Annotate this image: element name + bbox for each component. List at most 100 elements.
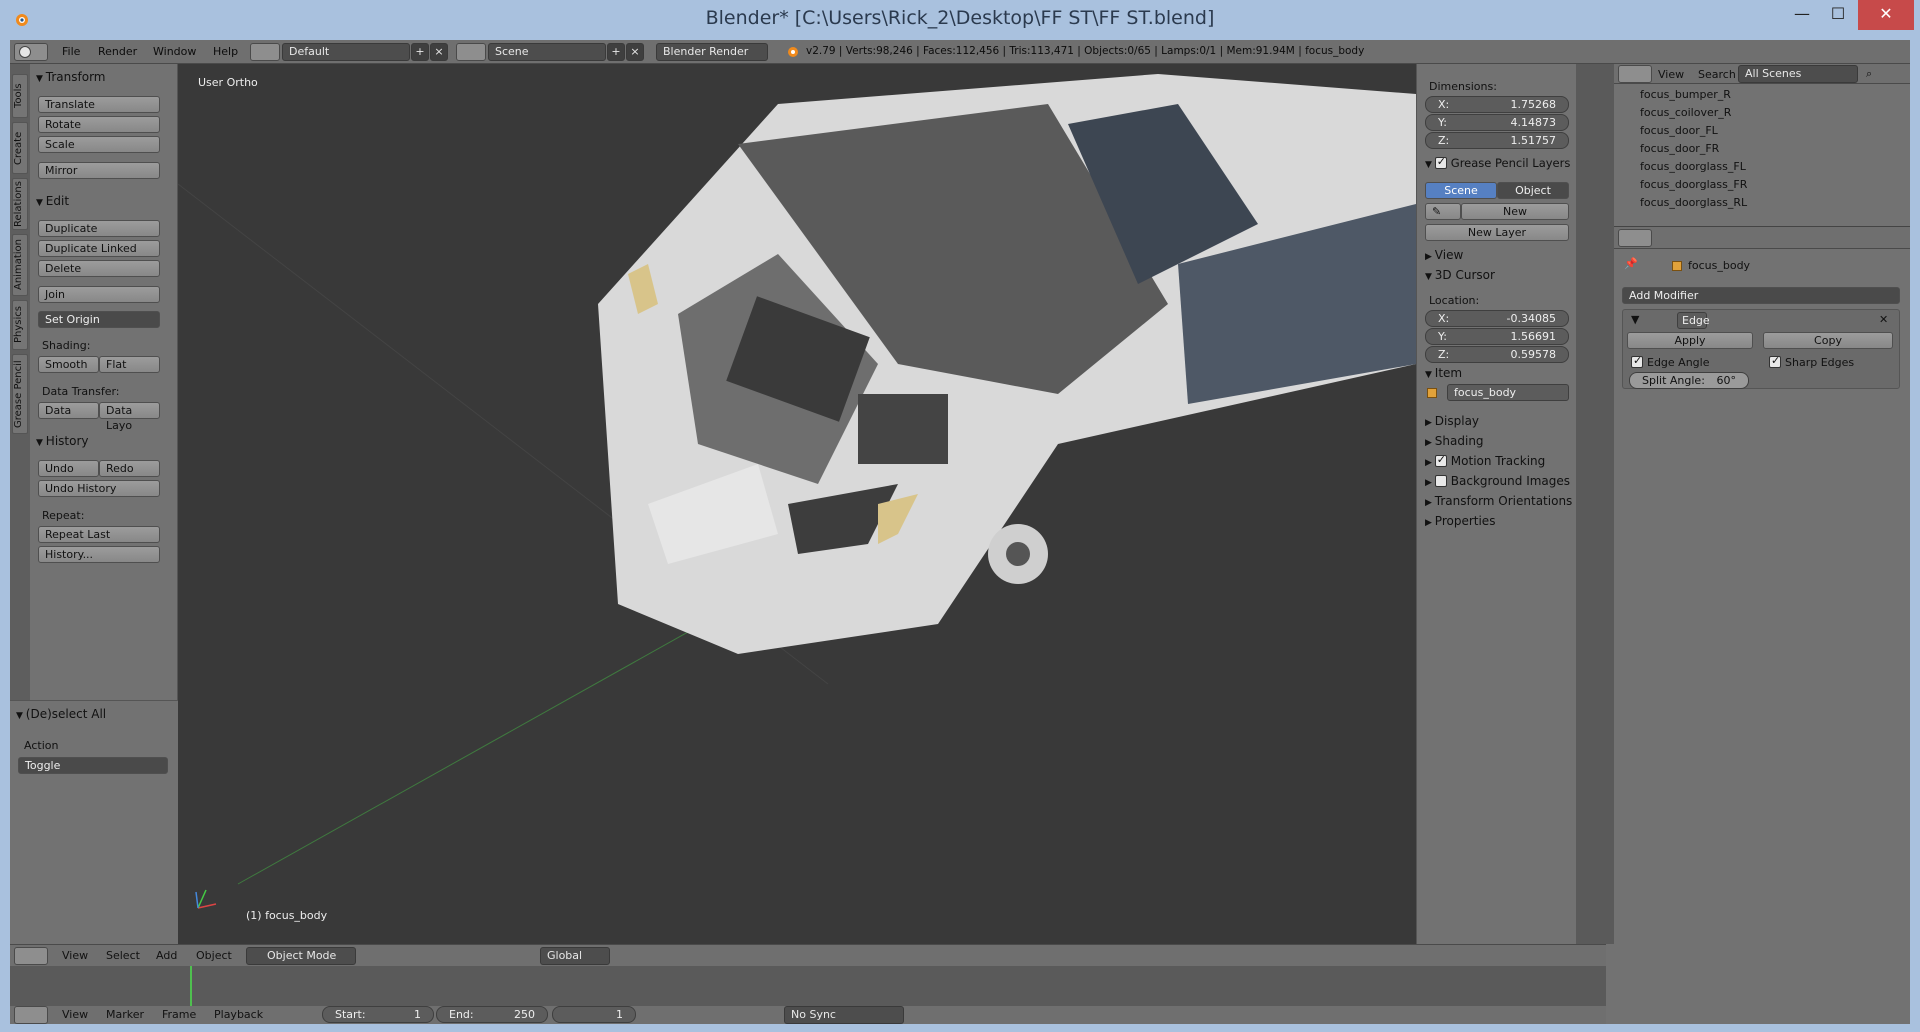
history-panel-title[interactable]: History [36, 434, 89, 448]
timeline-menu-marker[interactable]: Marker [106, 1008, 144, 1021]
outliner-item[interactable]: focus_doorglass_FL [1640, 160, 1746, 176]
repeat-last-button[interactable]: Repeat Last [38, 526, 160, 543]
data-layout-button[interactable]: Data Layo [99, 402, 160, 432]
display-panel-header[interactable]: Display [1425, 414, 1479, 428]
outliner-item[interactable]: focus_door_FR [1640, 142, 1719, 158]
mirror-button[interactable]: Mirror [38, 162, 160, 179]
timeline-menu-playback[interactable]: Playback [214, 1008, 263, 1021]
split-angle-field[interactable]: Split Angle: 60° [1629, 372, 1749, 389]
tab-animation[interactable]: Animation [12, 234, 28, 296]
duplicate-linked-button[interactable]: Duplicate Linked [38, 240, 160, 257]
join-button[interactable]: Join [38, 286, 160, 303]
tab-tools[interactable]: Tools [12, 74, 28, 118]
end-frame-field[interactable]: End: 250 [436, 1006, 548, 1023]
operator-title[interactable]: (De)select All [16, 707, 106, 721]
shading-panel-header[interactable]: Shading [1425, 434, 1484, 448]
menu-add[interactable]: Add [156, 949, 177, 962]
current-frame-field[interactable]: 1 [552, 1006, 636, 1023]
modifier-name-field[interactable]: Edge [1677, 312, 1710, 329]
sharp-edges-checkbox[interactable]: Sharp Edges [1769, 354, 1854, 369]
outliner-editor-type[interactable] [1618, 65, 1652, 83]
scene-tab-button[interactable]: Scene [1425, 182, 1497, 199]
duplicate-button[interactable]: Duplicate [38, 220, 160, 237]
transform-panel-title[interactable]: Transform [36, 70, 106, 84]
editor-type-button[interactable] [14, 947, 48, 965]
history-button[interactable]: History... [38, 546, 160, 563]
outliner-search-menu[interactable]: Search [1698, 68, 1736, 81]
new-gp-button[interactable]: New [1461, 203, 1569, 220]
motion-tracking-panel-header[interactable]: Motion Tracking [1425, 453, 1545, 468]
background-images-checkbox[interactable] [1434, 475, 1447, 487]
maximize-button[interactable]: ☐ [1816, 0, 1860, 30]
properties-editor-type[interactable] [1618, 229, 1652, 247]
render-engine-select[interactable]: Blender Render [656, 43, 768, 61]
transform-orientations-panel-header[interactable]: Transform Orientations [1425, 494, 1573, 508]
menu-view[interactable]: View [62, 949, 88, 962]
new-layer-button[interactable]: New Layer [1425, 224, 1569, 241]
edit-panel-title[interactable]: Edit [36, 194, 69, 208]
cursor-z-field[interactable]: Z: 0.59578 [1425, 346, 1569, 363]
cursor-x-field[interactable]: X: -0.34085 [1425, 310, 1569, 327]
remove-scene-button[interactable]: × [626, 43, 644, 61]
area-divider[interactable] [1576, 64, 1614, 944]
outliner-display-mode[interactable]: All Scenes [1738, 65, 1858, 83]
action-dropdown[interactable]: Toggle [18, 757, 168, 774]
menu-help[interactable]: Help [213, 45, 238, 58]
dim-y-field[interactable]: Y: 4.14873 [1425, 114, 1569, 131]
scene-selector[interactable]: Scene [488, 43, 606, 61]
close-button[interactable]: ✕ [1858, 0, 1914, 30]
dim-z-field[interactable]: Z: 1.51757 [1425, 132, 1569, 149]
3d-viewport[interactable]: User Ortho (1) focus_body [178, 64, 1416, 944]
outliner-item[interactable]: focus_coilover_R [1640, 106, 1731, 122]
tab-relations[interactable]: Relations [12, 178, 28, 230]
sync-mode-select[interactable]: No Sync [784, 1006, 904, 1024]
menu-file[interactable]: File [62, 45, 80, 58]
outliner-item[interactable]: focus_doorglass_FR [1640, 178, 1747, 194]
menu-select[interactable]: Select [106, 949, 140, 962]
tab-grease-pencil[interactable]: Grease Pencil [12, 354, 28, 434]
current-frame-marker[interactable] [190, 966, 192, 1006]
grease-pencil-checkbox[interactable] [1434, 155, 1447, 169]
smooth-button[interactable]: Smooth [38, 356, 99, 373]
background-images-panel-header[interactable]: Background Images [1425, 474, 1570, 488]
editor-type-button[interactable] [14, 43, 48, 61]
start-frame-field[interactable]: Start: 1 [322, 1006, 434, 1023]
mode-selector[interactable]: Object Mode [246, 947, 356, 965]
outliner-view-menu[interactable]: View [1658, 68, 1684, 81]
outliner-item[interactable]: focus_bumper_R [1640, 88, 1731, 104]
pencil-icon[interactable]: ✎ [1425, 203, 1461, 220]
delete-button[interactable]: Delete [38, 260, 160, 277]
scale-button[interactable]: Scale [38, 136, 160, 153]
view-panel-header[interactable]: View [1425, 248, 1463, 262]
transform-orientation-select[interactable]: Global [540, 947, 610, 965]
tab-physics[interactable]: Physics [12, 300, 28, 350]
menu-window[interactable]: Window [153, 45, 196, 58]
item-name-field[interactable]: focus_body [1447, 384, 1569, 401]
pin-icon[interactable]: 📌 [1624, 257, 1638, 270]
remove-modifier-icon[interactable]: ✕ [1879, 313, 1888, 326]
properties-panel-header[interactable]: Properties [1425, 514, 1496, 528]
timeline-menu-frame[interactable]: Frame [162, 1008, 196, 1021]
add-modifier-dropdown[interactable]: Add Modifier [1622, 287, 1900, 304]
undo-history-button[interactable]: Undo History [38, 480, 160, 497]
set-origin-dropdown[interactable]: Set Origin [38, 311, 160, 328]
translate-button[interactable]: Translate [38, 96, 160, 113]
outliner-item[interactable]: focus_doorglass_RL [1640, 196, 1747, 212]
timeline-editor-type[interactable] [14, 1006, 48, 1024]
remove-layout-button[interactable]: × [430, 43, 448, 61]
flat-button[interactable]: Flat [99, 356, 160, 373]
dim-x-field[interactable]: X: 1.75268 [1425, 96, 1569, 113]
tab-create[interactable]: Create [12, 122, 28, 174]
undo-button[interactable]: Undo [38, 460, 99, 477]
data-button[interactable]: Data [38, 402, 99, 419]
layout-selector[interactable]: Default [282, 43, 410, 61]
menu-object[interactable]: Object [196, 949, 232, 962]
3d-cursor-panel-header[interactable]: 3D Cursor [1425, 268, 1495, 282]
menu-render[interactable]: Render [98, 45, 137, 58]
grease-pencil-layers-header[interactable]: Grease Pencil Layers [1425, 155, 1570, 170]
item-panel-header[interactable]: Item [1425, 366, 1462, 380]
layout-icon-button[interactable] [250, 43, 280, 61]
motion-tracking-checkbox[interactable] [1434, 453, 1447, 467]
object-tab-button[interactable]: Object [1497, 182, 1569, 199]
scene-icon-button[interactable] [456, 43, 486, 61]
